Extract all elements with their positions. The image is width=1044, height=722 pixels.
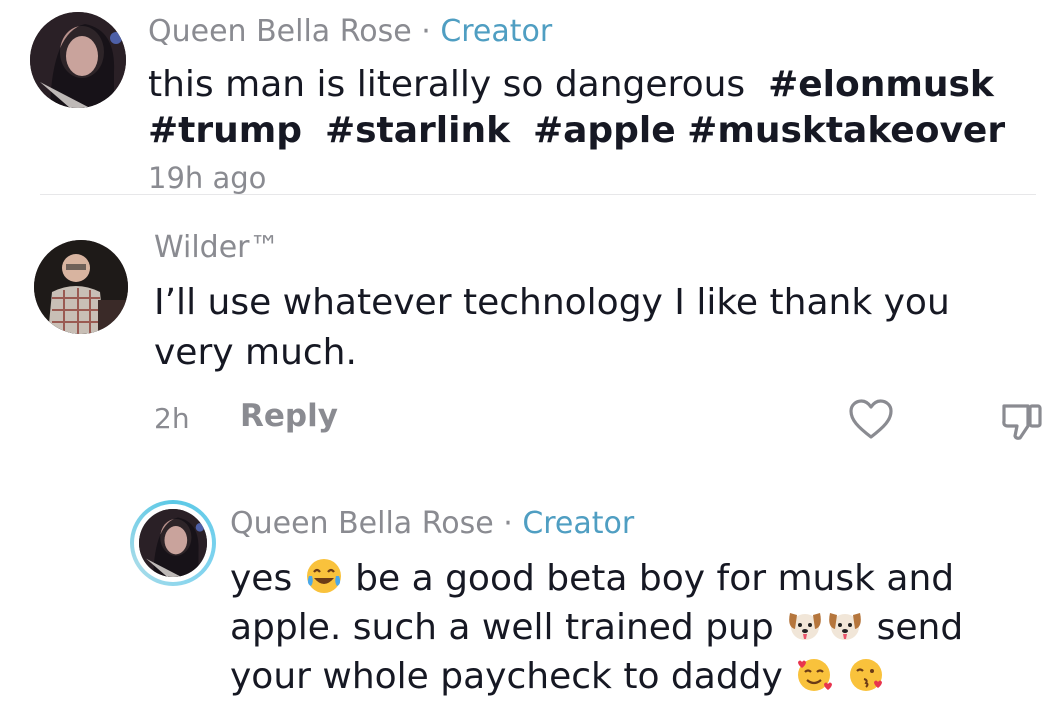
hashtag-link[interactable]: #trump [148,110,302,151]
comment-text: this man is literally so dangerous #elon… [148,62,1028,201]
divider [40,194,1036,195]
reply-button[interactable]: Reply [240,398,338,434]
username-text[interactable]: Wilder™ [154,230,280,265]
username-text[interactable]: Queen Bella Rose [230,506,494,541]
avatar-image [34,240,128,334]
comment-text: I’ll use whatever technology I like than… [154,278,1024,378]
creator-badge: Creator [522,506,635,541]
reply-text: yes be a good beta boy for musk and appl… [230,554,1030,701]
creator-badge: Creator [440,14,553,49]
comment-body: this man is literally so dangerous [148,64,746,105]
comment-username[interactable]: Queen Bella Rose · Creator [148,14,552,49]
avatar-queen-bella-rose[interactable] [139,509,207,577]
avatar-story-ring[interactable] [130,500,216,586]
hashtag-link[interactable]: #elonmusk [768,64,994,105]
hashtag-link[interactable]: #apple [533,110,676,151]
dog-face-emoji [785,605,825,645]
separator-dot: · [503,506,513,541]
avatar-image [30,12,126,108]
thumbs-down-outline-icon[interactable] [1000,400,1044,442]
tears-of-joy-emoji [304,556,344,596]
reply-body-part1: yes [230,558,293,599]
face-blowing-kiss-emoji [846,654,886,694]
comment-body: I’ll use whatever technology I like than… [154,282,950,373]
separator-dot: · [421,14,431,49]
comment-username[interactable]: Wilder™ [154,230,280,265]
comment-timestamp: 19h ago [148,161,267,195]
avatar-wilder[interactable] [34,240,128,334]
heart-outline-icon[interactable] [848,398,894,440]
hashtag-link[interactable]: #starlink [325,110,510,151]
avatar-image [139,509,207,577]
smiling-face-with-hearts-emoji [794,654,834,694]
hashtag-link[interactable]: #musktakeover [687,110,1005,151]
dog-face-emoji [825,605,865,645]
comment-timestamp: 2h [154,402,190,435]
reply-username[interactable]: Queen Bella Rose · Creator [230,506,634,541]
username-text[interactable]: Queen Bella Rose [148,14,412,49]
avatar-queen-bella-rose[interactable] [30,12,126,108]
